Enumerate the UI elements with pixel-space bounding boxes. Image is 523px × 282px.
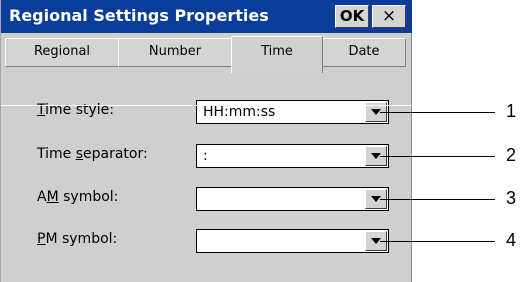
close-button[interactable]: × bbox=[372, 5, 406, 28]
label-text: M symbol: bbox=[45, 231, 118, 247]
tab-date[interactable]: Date bbox=[322, 38, 406, 67]
callout-number: 4 bbox=[506, 230, 517, 250]
ok-button[interactable]: OK bbox=[335, 5, 369, 28]
pm-symbol-label: PM symbol: bbox=[37, 231, 117, 247]
tab-time[interactable]: Time bbox=[231, 36, 323, 73]
title-bar: Regional Settings Properties OK × bbox=[1, 0, 412, 33]
window-title: Regional Settings Properties bbox=[9, 6, 269, 25]
callout-number: 2 bbox=[506, 145, 517, 165]
tab-number[interactable]: Number bbox=[118, 38, 232, 67]
tab-strip: Regional Number Time Date bbox=[1, 33, 412, 106]
pm-symbol-dropdown[interactable] bbox=[196, 229, 389, 253]
callout-line bbox=[380, 112, 495, 113]
tab-divider bbox=[1, 105, 412, 106]
time-separator-label: Time separator: bbox=[37, 146, 148, 162]
callout-line bbox=[380, 241, 495, 242]
am-symbol-label: AM symbol: bbox=[37, 189, 118, 205]
label-text: eparator: bbox=[83, 146, 148, 162]
regional-settings-dialog: Regional Settings Properties OK × Region… bbox=[0, 0, 412, 282]
label-text: Time bbox=[37, 146, 76, 162]
am-symbol-dropdown[interactable] bbox=[196, 187, 389, 211]
time-style-value: HH:mm:ss bbox=[203, 104, 276, 120]
time-style-dropdown[interactable]: HH:mm:ss bbox=[196, 100, 389, 124]
callout-number: 1 bbox=[506, 101, 517, 121]
time-separator-dropdown[interactable]: : bbox=[196, 144, 389, 168]
callout-line bbox=[380, 199, 495, 200]
label-text: symbol: bbox=[58, 189, 119, 205]
callout-line bbox=[380, 156, 495, 157]
tab-regional[interactable]: Regional bbox=[5, 38, 119, 67]
close-icon: × bbox=[381, 6, 397, 26]
callout-number: 3 bbox=[506, 188, 517, 208]
label-mnemonic: s bbox=[75, 146, 84, 162]
label-mnemonic: M bbox=[46, 189, 59, 205]
label-text: A bbox=[37, 189, 47, 205]
time-separator-value: : bbox=[203, 148, 208, 164]
